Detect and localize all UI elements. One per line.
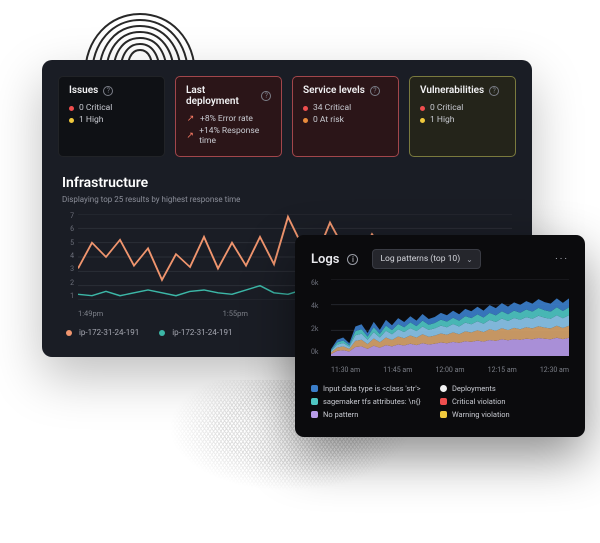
legend-swatch: [440, 385, 447, 392]
vulnerabilities-title: Vulnerabilities: [420, 85, 484, 96]
logs-plot-svg: [331, 279, 569, 356]
service-levels-title: Service levels: [303, 85, 365, 96]
issues-card-title: Issues: [69, 85, 98, 96]
legend-swatch: [440, 411, 447, 418]
logs-chart: 6k4k2k0k 11:30 am11:45 am12:00 am12:15 a…: [311, 279, 569, 374]
legend-label: Input data type is <class 'str'>: [323, 384, 421, 393]
vuln-critical-value: 0 Critical: [430, 103, 463, 113]
help-icon[interactable]: ?: [489, 86, 499, 96]
legend-item: No pattern: [311, 410, 440, 419]
issues-card[interactable]: Issues ? 0 Critical 1 High: [58, 76, 165, 157]
legend-label: Deployments: [452, 384, 496, 393]
log-patterns-select[interactable]: Log patterns (top 10) ⌄: [372, 249, 480, 269]
help-icon[interactable]: ?: [261, 91, 271, 101]
infra-y-axis: 7654321: [62, 212, 74, 300]
legend-label: ip-172-31-24-191: [172, 328, 232, 337]
status-dot-critical: [69, 106, 74, 111]
status-dot-critical: [303, 106, 308, 111]
more-menu-icon[interactable]: ···: [555, 254, 569, 265]
legend-label: Warning violation: [452, 410, 510, 419]
response-time-value: +14% Response time: [199, 126, 271, 146]
help-icon[interactable]: ?: [370, 86, 380, 96]
legend-label: Critical violation: [452, 397, 506, 406]
legend-swatch: [311, 398, 318, 405]
legend-item: ip-172-31-24-191: [159, 328, 232, 337]
legend-swatch: [159, 330, 165, 336]
legend-swatch: [311, 385, 318, 392]
help-icon[interactable]: ?: [103, 86, 113, 96]
vuln-high-value: 1 High: [430, 115, 454, 125]
legend-swatch: [66, 330, 72, 336]
select-value: Log patterns (top 10): [380, 254, 460, 264]
legend-swatch: [311, 411, 318, 418]
summary-cards-row: Issues ? 0 Critical 1 High Last deployme…: [58, 76, 516, 157]
service-critical-value: 34 Critical: [313, 103, 351, 113]
last-deployment-card[interactable]: Last deployment ? ↗ +8% Error rate ↗ +14…: [175, 76, 282, 157]
logs-card: Logs i Log patterns (top 10) ⌄ ··· 6k4k2…: [295, 235, 585, 437]
error-rate-value: +8% Error rate: [200, 114, 253, 124]
status-dot-high: [420, 118, 425, 123]
last-deployment-title: Last deployment: [186, 85, 256, 107]
issues-high-value: 1 High: [79, 115, 103, 125]
legend-label: No pattern: [323, 410, 358, 419]
infrastructure-title: Infrastructure: [62, 175, 512, 191]
logs-y-axis: 6k4k2k0k: [311, 279, 327, 356]
logs-header: Logs i Log patterns (top 10) ⌄ ···: [311, 249, 569, 269]
status-dot-critical: [420, 106, 425, 111]
info-icon[interactable]: i: [347, 254, 358, 265]
legend-item: ip-172-31-24-191: [66, 328, 139, 337]
legend-label: sagemaker tfs attributes: \n{}: [323, 397, 421, 406]
service-levels-card[interactable]: Service levels ? 34 Critical 0 At risk: [292, 76, 399, 157]
status-dot-high: [69, 118, 74, 123]
legend-item: sagemaker tfs attributes: \n{}: [311, 397, 440, 406]
logs-x-axis: 11:30 am11:45 am12:00 am12:15 am12:30 am: [331, 366, 569, 374]
legend-item: Critical violation: [440, 397, 569, 406]
trend-up-icon: ↗: [186, 131, 194, 141]
vulnerabilities-card[interactable]: Vulnerabilities ? 0 Critical 1 High: [409, 76, 516, 157]
issues-critical-value: 0 Critical: [79, 103, 112, 113]
x-tick: 1:49pm: [78, 309, 223, 318]
status-dot-atrisk: [303, 118, 308, 123]
legend-item: Deployments: [440, 384, 569, 393]
chevron-down-icon: ⌄: [466, 255, 473, 264]
trend-up-icon: ↗: [186, 114, 195, 124]
legend-item: Input data type is <class 'str'>: [311, 384, 440, 393]
legend-swatch: [440, 398, 447, 405]
infrastructure-subtitle: Displaying top 25 results by highest res…: [62, 195, 512, 204]
logs-legend: Input data type is <class 'str'> Deployme…: [311, 384, 569, 423]
legend-item: Warning violation: [440, 410, 569, 419]
legend-label: ip-172-31-24-191: [79, 328, 139, 337]
logs-title: Logs: [311, 252, 339, 267]
service-atrisk-value: 0 At risk: [313, 115, 344, 125]
